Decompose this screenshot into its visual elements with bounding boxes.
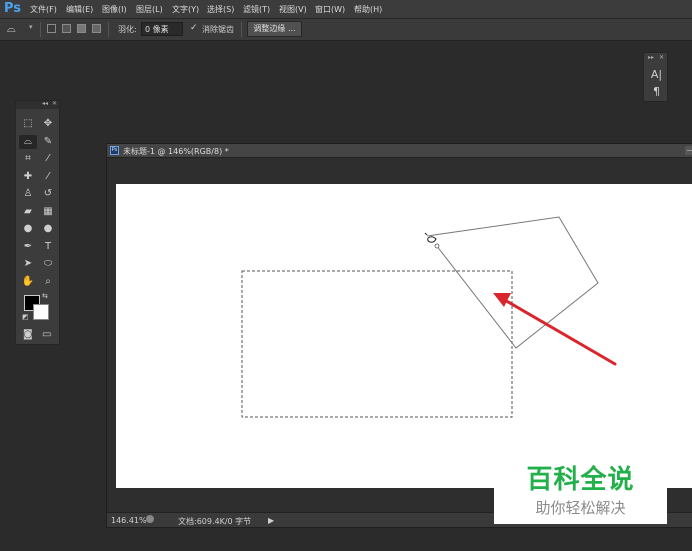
watermark-title: 百科全说: [526, 465, 635, 495]
lasso-cursor-icon: [424, 232, 437, 243]
watermark-subtitle: 助你轻松解决: [535, 499, 626, 517]
lasso-close-point: [434, 243, 440, 249]
annotation-arrow: [493, 293, 617, 366]
watermark: 百科全说 助你轻松解决: [494, 457, 667, 524]
rectangular-selection[interactable]: [241, 270, 513, 418]
